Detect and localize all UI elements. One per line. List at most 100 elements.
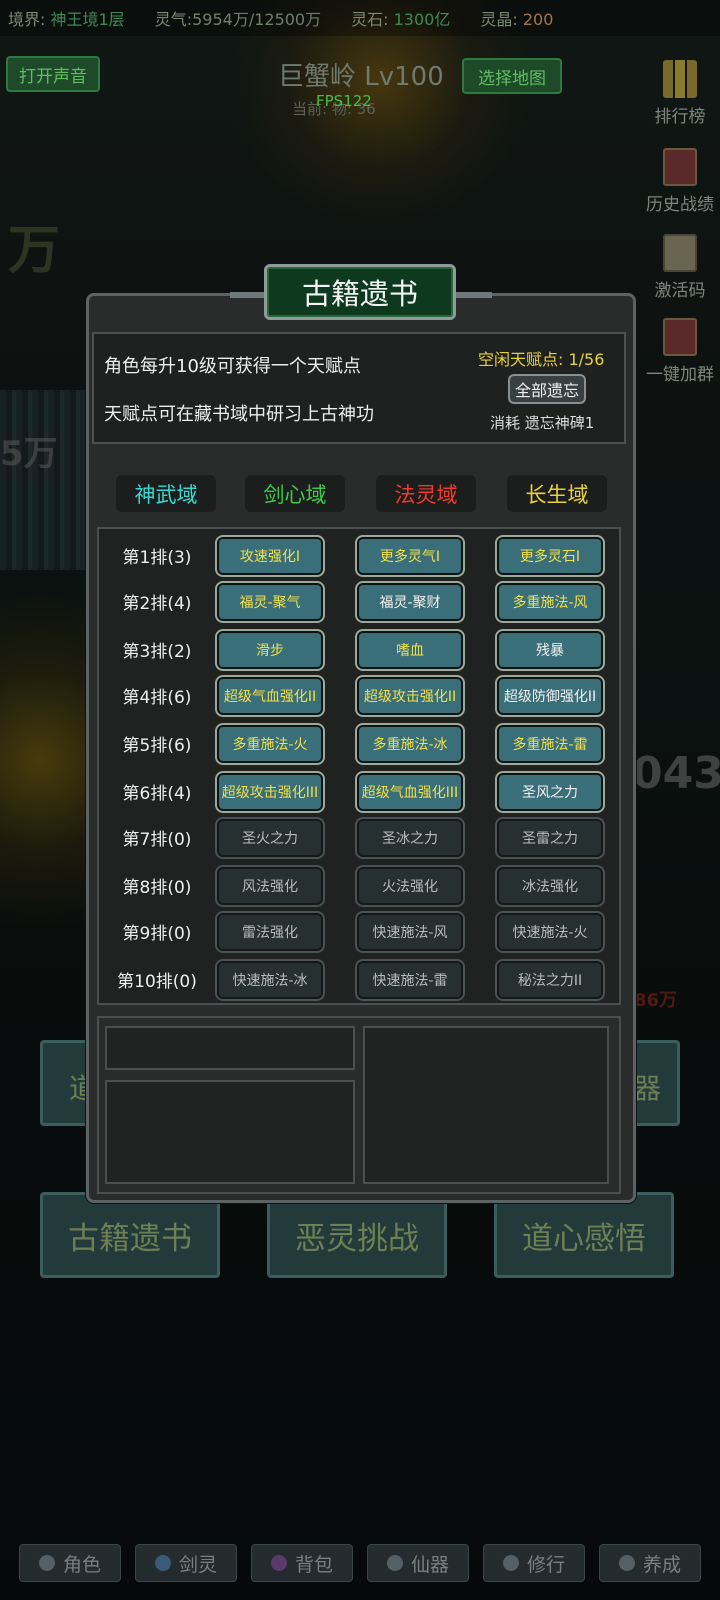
tab-changsheng-domain[interactable]: 长生域 [507, 475, 607, 512]
talent-skill-button[interactable]: 快速施法-冰 [217, 961, 323, 999]
forget-all-button[interactable]: 全部遗忘 [508, 374, 586, 404]
ancient-books-button[interactable]: 古籍遗书 [40, 1192, 220, 1278]
talent-skill-button[interactable]: 多重施法-火 [217, 725, 323, 763]
ranking-icon [663, 60, 697, 98]
talent-skill-button[interactable]: 福灵-聚财 [357, 583, 463, 621]
side-menu-label: 一键加群 [646, 365, 714, 385]
character-icon [38, 1555, 55, 1571]
talent-skill-button[interactable]: 超级攻击强化III [217, 773, 323, 811]
talent-skill-button[interactable]: 超级攻击强化II [357, 677, 463, 715]
tab-jianxin-domain[interactable]: 剑心域 [245, 475, 345, 512]
qi-stat: 灵气:5954万/12500万 [154, 10, 322, 29]
talent-skill-button[interactable]: 快速施法-火 [497, 913, 603, 951]
talent-skill-button[interactable]: 快速施法-雷 [357, 961, 463, 999]
talent-skill-button[interactable]: 圣雷之力 [497, 819, 603, 857]
talent-skill-button[interactable]: 圣冰之力 [357, 819, 463, 857]
evil-spirit-challenge-button[interactable]: 恶灵挑战 [267, 1192, 447, 1278]
row-label: 第10排(0) [117, 972, 197, 992]
nav-character[interactable]: 角色 [19, 1544, 121, 1582]
nav-sword-spirit[interactable]: 剑灵 [135, 1544, 237, 1582]
row-label: 第2排(4) [122, 594, 192, 614]
select-map-button[interactable]: 选择地图 [462, 58, 562, 94]
talent-grid: 第1排(3) 攻速强化I 更多灵气I 更多灵石I 第2排(4) 福灵-聚气 福灵-聚财 多重施… [97, 527, 621, 1005]
talent-row: 第1排(3) 攻速强化I 更多灵气I 更多灵石I [99, 533, 619, 579]
detail-desc-slot [105, 1080, 355, 1184]
forget-cost: 消耗 遗忘神碑1 [490, 414, 595, 432]
talent-skill-button[interactable]: 滑步 [217, 631, 323, 669]
row-label: 第6排(4) [122, 784, 192, 804]
tab-label: 长生域 [525, 482, 589, 507]
talent-skill-button[interactable]: 多重施法-冰 [357, 725, 463, 763]
history-book-icon [663, 148, 697, 186]
talent-skill-button[interactable]: 攻速强化I [217, 537, 323, 575]
lower-stub-button-right: 器 [630, 1040, 680, 1126]
talent-skill-button[interactable]: 福灵-聚气 [217, 583, 323, 621]
talent-skill-button[interactable]: 火法强化 [357, 867, 463, 905]
talent-row: 第6排(4) 超级攻击强化III 超级气血强化III 圣风之力 [99, 769, 619, 815]
side-menu-label: 排行榜 [654, 107, 706, 127]
dialog-title: 古籍遗书 [264, 264, 456, 320]
talent-row: 第3排(2) 滑步 嗜血 残暴 [99, 627, 619, 673]
talent-skill-button[interactable]: 秘法之力II [497, 961, 603, 999]
row-label: 第1排(3) [122, 548, 192, 568]
talent-row: 第9排(0) 雷法强化 快速施法-风 快速施法-火 [99, 909, 619, 955]
bottom-navigation: 角色 剑灵 背包 仙器 修行 养成 [0, 1544, 720, 1586]
talent-skill-button[interactable]: 快速施法-风 [357, 913, 463, 951]
lower-stub-button-left: 道 [40, 1040, 97, 1126]
talent-skill-button[interactable]: 更多灵气I [357, 537, 463, 575]
talent-skill-button[interactable]: 嗜血 [357, 631, 463, 669]
status-bar: 境界: 神王境1层 灵气:5954万/12500万 灵石: 1300亿 灵晶: … [0, 0, 720, 36]
spirit-stone-stat: 灵石: 1300亿 [351, 10, 451, 29]
talent-skill-button[interactable]: 雷法强化 [217, 913, 323, 951]
talent-row: 第7排(0) 圣火之力 圣冰之力 圣雷之力 [99, 815, 619, 861]
talent-skill-button[interactable]: 多重施法-雷 [497, 725, 603, 763]
talent-skill-button[interactable]: 圣风之力 [497, 773, 603, 811]
side-menu-activation-code[interactable]: 激活码 [640, 234, 720, 301]
realm-stat: 境界: 神王境1层 [8, 10, 125, 29]
side-menu-join-group[interactable]: 一键加群 [640, 318, 720, 385]
group-book-icon [663, 318, 697, 356]
nav-artifact[interactable]: 仙器 [367, 1544, 469, 1582]
row-label: 第7排(0) [122, 830, 192, 850]
nav-bag[interactable]: 背包 [251, 1544, 353, 1582]
side-menu-history[interactable]: 历史战绩 [640, 148, 720, 215]
nav-label: 角色 [62, 1553, 101, 1576]
spirit-crystal-stat: 灵晶: 200 [480, 10, 554, 29]
dao-heart-button[interactable]: 道心感悟 [494, 1192, 674, 1278]
talent-skill-button[interactable]: 圣火之力 [217, 819, 323, 857]
nav-label: 仙器 [410, 1553, 449, 1576]
row-label: 第8排(0) [122, 878, 192, 898]
nav-growth[interactable]: 养成 [599, 1544, 701, 1582]
map-title: 巨蟹岭 Lv100 [278, 62, 444, 92]
title-ornament-right [452, 292, 492, 298]
talent-skill-button[interactable]: 超级防御强化II [497, 677, 603, 715]
tab-label: 剑心域 [263, 482, 327, 507]
tab-shenwu-domain[interactable]: 神武域 [116, 475, 216, 512]
talent-info-panel: 角色每升10级可获得一个天赋点 天赋点可在藏书域中研习上古神功 空闲天赋点: 1… [92, 332, 626, 444]
talent-row: 第4排(6) 超级气血强化II 超级攻击强化II 超级防御强化II [99, 673, 619, 719]
row-label: 第5排(6) [122, 736, 192, 756]
talent-row: 第10排(0) 快速施法-冰 快速施法-雷 秘法之力II [99, 957, 619, 1003]
nav-label: 背包 [294, 1553, 333, 1576]
row-label: 第4排(6) [122, 688, 192, 708]
toggle-sound-button[interactable]: 打开声音 [6, 56, 100, 92]
talent-skill-button[interactable]: 残暴 [497, 631, 603, 669]
side-menu-label: 历史战绩 [646, 195, 714, 215]
nav-cultivation[interactable]: 修行 [483, 1544, 585, 1582]
growth-icon [618, 1555, 635, 1571]
talent-skill-button[interactable]: 超级气血强化III [357, 773, 463, 811]
talent-row: 第8排(0) 风法强化 火法强化 冰法强化 [99, 863, 619, 909]
talent-skill-button[interactable]: 超级气血强化II [217, 677, 323, 715]
row-label: 第9排(0) [122, 924, 192, 944]
talent-skill-button[interactable]: 更多灵石I [497, 537, 603, 575]
fps-counter: FPS122 [316, 92, 372, 110]
talent-skill-button[interactable]: 多重施法-风 [497, 583, 603, 621]
talent-skill-button[interactable]: 风法强化 [217, 867, 323, 905]
artifact-icon [386, 1555, 403, 1571]
detail-effect-slot [363, 1026, 609, 1184]
talent-detail-panel [97, 1016, 621, 1194]
side-menu-ranking[interactable]: 排行榜 [640, 60, 720, 127]
nav-label: 修行 [526, 1553, 565, 1576]
talent-skill-button[interactable]: 冰法强化 [497, 867, 603, 905]
tab-faling-domain[interactable]: 法灵域 [376, 475, 476, 512]
